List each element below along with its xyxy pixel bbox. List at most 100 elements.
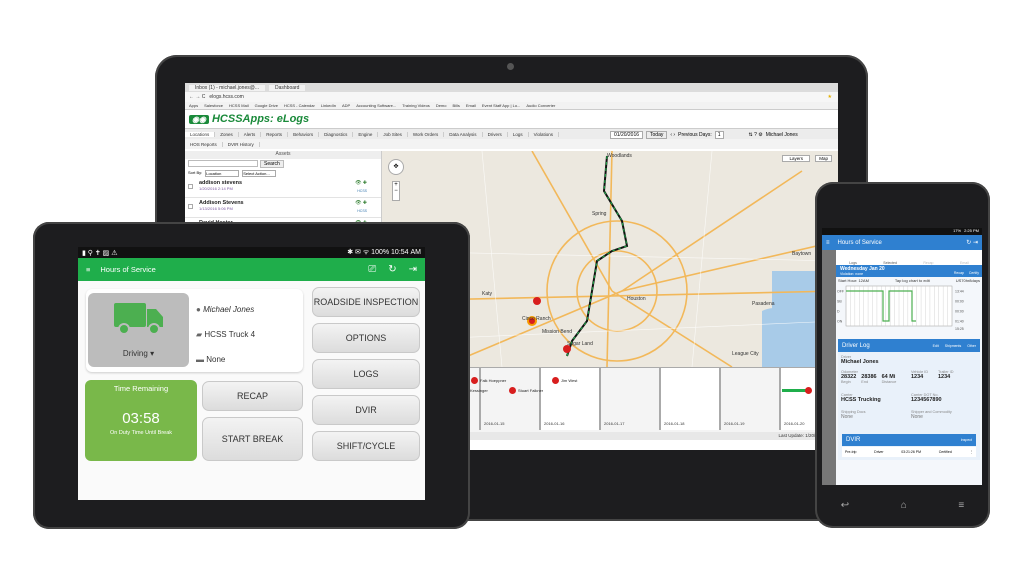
roadside-inspection-button[interactable]: ROADSIDE INSPECTION bbox=[312, 287, 420, 317]
bookmark[interactable]: HCSS - Calendar bbox=[284, 103, 315, 108]
bookmark[interactable]: Salesforce bbox=[204, 103, 223, 108]
recap-action[interactable]: Recap bbox=[954, 271, 964, 275]
bookmark[interactable]: Bills bbox=[452, 103, 459, 108]
bookmark[interactable]: LinkedIn bbox=[321, 103, 336, 108]
tab-hos-reports[interactable]: HOS Reports bbox=[185, 141, 223, 147]
asset-action-icons[interactable]: 👁 ✚ bbox=[355, 200, 367, 206]
star-icon[interactable]: ★ bbox=[828, 94, 838, 100]
date-input[interactable]: 01/20/2016 bbox=[610, 131, 644, 139]
timeline-event-marker[interactable] bbox=[471, 377, 478, 384]
tab-engine[interactable]: Engine bbox=[353, 131, 379, 137]
timeline[interactable]: 2016-01-15 2016-01-16 2016-01-17 2016-01-18… bbox=[461, 367, 838, 440]
bookmark[interactable]: Google Drive bbox=[255, 103, 278, 108]
pan-control-icon[interactable]: ✥ bbox=[388, 159, 404, 175]
map-type-button[interactable]: Map bbox=[815, 155, 832, 162]
other-action[interactable]: Other bbox=[967, 344, 976, 348]
edit-action[interactable]: Edit bbox=[933, 344, 939, 348]
asset-row[interactable]: addison stevens 1/20/2016 2:14 PM 👁 ✚ HCSS bbox=[185, 178, 381, 198]
tab-dvir-history[interactable]: DVIR History bbox=[223, 141, 260, 147]
browser-tab[interactable]: Inbox (1) - michael.jones@... bbox=[189, 84, 265, 91]
tab-alerts[interactable]: Alerts bbox=[239, 131, 262, 137]
bookmark[interactable]: Event Staff App | Lo... bbox=[482, 103, 521, 108]
action-select[interactable]: Select Action... bbox=[242, 170, 277, 177]
bookmark[interactable]: Email bbox=[466, 103, 476, 108]
timeline-active-bar[interactable] bbox=[782, 389, 806, 392]
day-header[interactable]: Wednesday Jan 20 Violation: none Recap Ce… bbox=[836, 265, 982, 277]
shipments-action[interactable]: Shipments bbox=[945, 344, 962, 348]
tab-zones[interactable]: Zones bbox=[215, 131, 239, 137]
timeline-event-marker[interactable] bbox=[552, 377, 559, 384]
tab-drivers[interactable]: Drivers bbox=[483, 131, 508, 137]
phone-time: 2:25 PM bbox=[964, 228, 979, 233]
zoom-control[interactable]: + − bbox=[392, 181, 400, 201]
user-menu[interactable]: Michael Jones bbox=[766, 132, 798, 138]
prev-next-buttons[interactable]: ‹ › bbox=[670, 132, 675, 138]
layers-select[interactable]: Layers bbox=[782, 155, 810, 162]
menu-icon[interactable]: ≡ bbox=[826, 240, 830, 246]
timeline-event-marker[interactable] bbox=[805, 387, 812, 394]
map-place-label: Pasadena bbox=[752, 301, 775, 307]
timeline-event-marker[interactable] bbox=[509, 387, 516, 394]
driver-card: Driving ▾ ● Michael Jones ▰ HCSS Truck 4… bbox=[86, 289, 303, 372]
address-bar[interactable]: ← → C elogs.hcss.com ★ bbox=[185, 92, 838, 102]
bookmark[interactable]: Audio Converter bbox=[526, 103, 555, 108]
refresh-icon[interactable]: ↻ bbox=[388, 264, 396, 275]
tab-behaviors[interactable]: Behaviors bbox=[288, 131, 320, 137]
bookmark[interactable]: HCSS Mail bbox=[229, 103, 249, 108]
bookmark[interactable]: Training Videos bbox=[402, 103, 430, 108]
asset-action-icons[interactable]: 👁 ✚ bbox=[355, 180, 367, 186]
url-text[interactable]: elogs.hcss.com bbox=[209, 94, 243, 100]
browser-tab[interactable]: Dashboard bbox=[269, 84, 306, 91]
previous-days-select[interactable]: 1 bbox=[714, 131, 724, 139]
log-grid-chart[interactable]: OFF 13:44 SB 00:00 D 00:00 ON 01:40 15:25 bbox=[836, 284, 982, 331]
more-icon[interactable]: ⋮ bbox=[969, 450, 973, 454]
bookmark[interactable]: Accounting Software... bbox=[356, 103, 396, 108]
asset-search-button[interactable]: Search bbox=[260, 160, 284, 168]
back-icon[interactable]: ↩ bbox=[841, 500, 849, 511]
asset-time: 1/20/2016 2:14 PM bbox=[199, 186, 233, 191]
trailer-name[interactable]: None bbox=[206, 355, 225, 364]
phone-status-bar: 17% 2:25 PM bbox=[822, 228, 982, 235]
bookmark[interactable]: Demo bbox=[436, 103, 447, 108]
sort-select[interactable]: Location bbox=[205, 170, 240, 177]
truck-logo-icon: ◉◉ bbox=[189, 114, 209, 124]
tab-reports[interactable]: Reports bbox=[261, 131, 289, 137]
refresh-icon[interactable]: ↻ ⇥ bbox=[966, 239, 978, 246]
asset-search-input[interactable] bbox=[188, 160, 258, 167]
settings-icon[interactable]: ⇅ ? ⚙ bbox=[749, 132, 763, 138]
recap-button[interactable]: RECAP bbox=[202, 381, 303, 411]
tab-work-orders[interactable]: Work Orders bbox=[408, 131, 445, 137]
asset-checkbox[interactable] bbox=[188, 204, 193, 209]
hos-tablet-screen: ▮ ⚲ ✝ ▨ ⚠ ✱ ✉ ᯤ 100% 10:54 AM ≡ Hours of S… bbox=[78, 247, 425, 500]
map-place-label: Woodlands bbox=[607, 153, 632, 159]
tab-job-sites[interactable]: Job Sites bbox=[378, 131, 408, 137]
dvir-button[interactable]: DVIR bbox=[312, 395, 420, 425]
asset-checkbox[interactable] bbox=[188, 184, 193, 189]
logout-icon[interactable]: ⇥ bbox=[409, 264, 417, 275]
start-break-button[interactable]: START BREAK bbox=[202, 417, 303, 461]
tab-violations[interactable]: Violations bbox=[529, 131, 560, 137]
certify-action[interactable]: Certify bbox=[969, 271, 979, 275]
logs-button[interactable]: LOGS bbox=[312, 359, 420, 389]
asset-row[interactable]: Addison Stevens 1/13/2016 5:06 PM 👁 ✚ HCSS bbox=[185, 198, 381, 218]
tab-logs[interactable]: Logs bbox=[508, 131, 529, 137]
tab-data-analysis[interactable]: Data Analysis bbox=[444, 131, 483, 137]
log-panel: Logs Selected Recap Email Wednesday Jan 20 V… bbox=[836, 250, 982, 485]
recents-icon[interactable]: ≡ bbox=[958, 500, 964, 511]
nav-arrows-icon[interactable]: ← → C bbox=[189, 94, 205, 100]
device-icon[interactable]: ⎚ bbox=[368, 264, 376, 275]
shift-cycle-button[interactable]: SHIFT/CYCLE bbox=[312, 431, 420, 461]
menu-icon[interactable]: ≡ bbox=[86, 265, 90, 274]
bookmark[interactable]: ADP bbox=[342, 103, 350, 108]
phone-title: Hours of Service bbox=[837, 239, 882, 246]
home-icon[interactable]: ⌂ bbox=[901, 500, 907, 511]
tab-locations[interactable]: Locations bbox=[185, 131, 216, 137]
truck-name[interactable]: HCSS Truck 4 bbox=[204, 330, 255, 339]
inspect-action[interactable]: Inspect bbox=[961, 438, 972, 442]
status-selector[interactable]: Driving ▾ bbox=[88, 293, 189, 367]
tab-diagnostics[interactable]: Diagnostics bbox=[319, 131, 354, 137]
options-button[interactable]: OPTIONS bbox=[312, 323, 420, 353]
today-button[interactable]: Today bbox=[646, 131, 668, 139]
bookmark[interactable]: Apps bbox=[189, 103, 198, 108]
dvir-row[interactable]: Pre-trip Driver 03:21:26 PM Certified ⋮ bbox=[842, 447, 976, 457]
